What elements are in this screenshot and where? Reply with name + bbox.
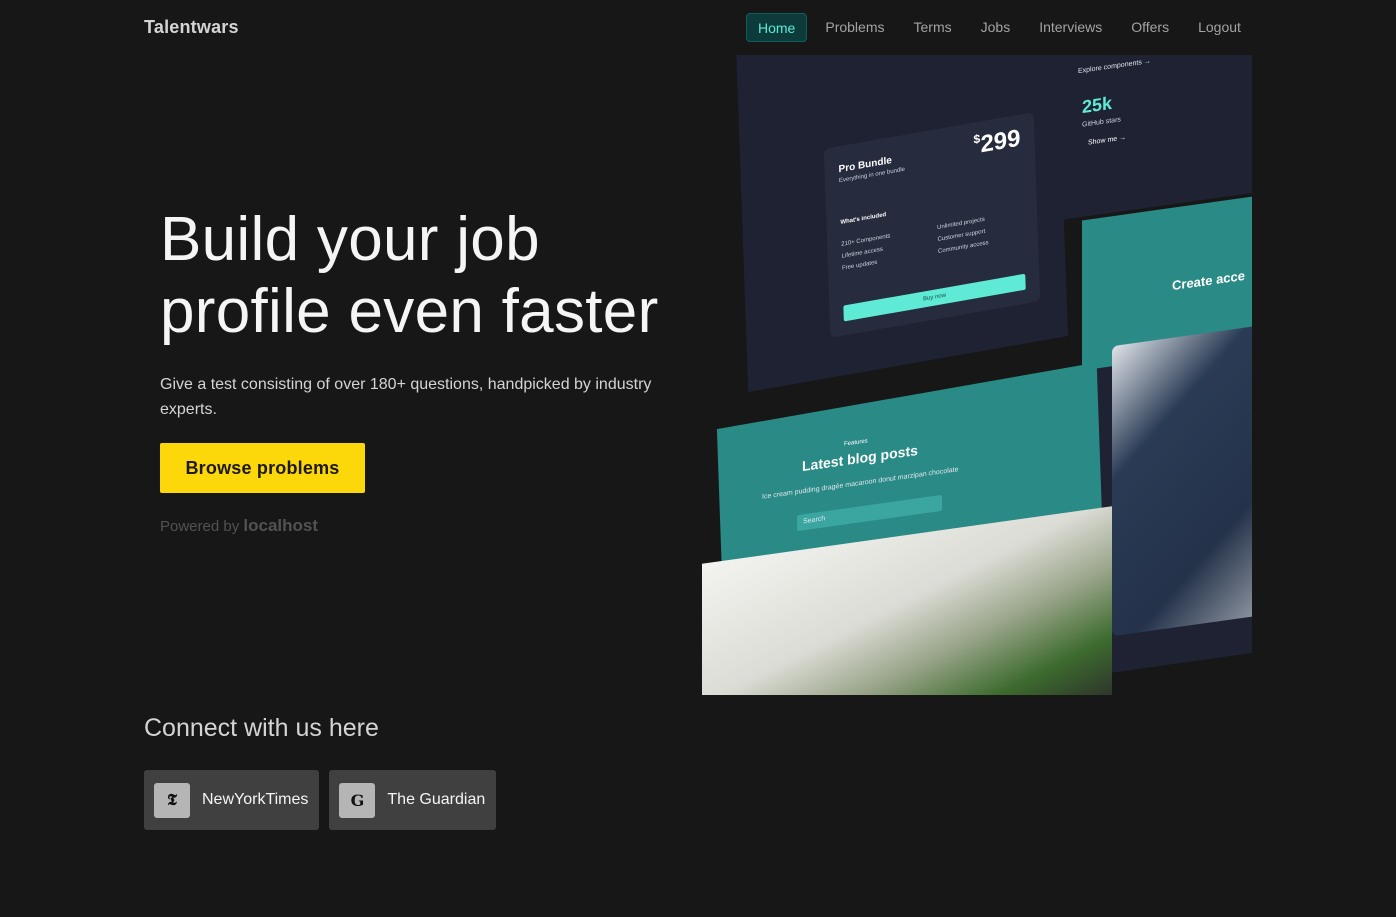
partner-list: 𝕿 NewYorkTimes G The Guardian <box>144 770 497 830</box>
laptop-image <box>1112 323 1252 637</box>
mosaic-panel-stats <box>1052 55 1252 222</box>
main-nav: Home Problems Terms Jobs Interviews Offe… <box>746 13 1259 42</box>
pricing-card-feature: Lifetime access <box>841 246 884 260</box>
connect-title: Connect with us here <box>144 714 379 742</box>
hero-title-line1: Build your job <box>160 205 540 274</box>
brand-logo[interactable]: Talentwars <box>144 17 239 38</box>
guardian-logo-icon: G <box>339 782 376 818</box>
nav-home[interactable]: Home <box>746 13 808 42</box>
nyt-logo-icon: 𝕿 <box>154 782 190 818</box>
powered-by: Powered by localhost <box>160 516 318 536</box>
hero-title-line2: profile even faster <box>160 277 659 346</box>
pricing-card-included: What's included <box>840 212 887 227</box>
hero-subtitle: Give a test consisting of over 180+ ques… <box>160 376 652 418</box>
pricing-card: Pro Bundle Everything in one bundle $299… <box>823 112 1041 338</box>
hero-title: Build your job profile even faster <box>160 204 680 348</box>
hero-mosaic-image: Pro Bundle Everything in one bundle $299… <box>702 55 1252 695</box>
pricing-card-feature: Community access <box>937 240 989 255</box>
nav-interviews[interactable]: Interviews <box>1028 13 1113 42</box>
browse-problems-button[interactable]: Browse problems <box>160 443 365 493</box>
nav-problems[interactable]: Problems <box>814 13 895 42</box>
nav-offers[interactable]: Offers <box>1120 13 1180 42</box>
powered-prefix: Powered by <box>160 518 240 535</box>
partner-newyorktimes[interactable]: 𝕿 NewYorkTimes <box>144 770 320 830</box>
stat-value: 25k <box>1082 92 1113 118</box>
nav-logout[interactable]: Logout <box>1187 13 1252 42</box>
nav-jobs[interactable]: Jobs <box>970 13 1022 42</box>
nav-terms[interactable]: Terms <box>903 13 963 42</box>
pricing-card-price: $299 <box>973 125 1021 161</box>
partner-name: The Guardian <box>387 791 486 808</box>
partner-the-guardian[interactable]: G The Guardian <box>329 770 497 830</box>
powered-brand[interactable]: localhost <box>243 516 318 535</box>
pricing-card-amount: 299 <box>979 124 1021 159</box>
pricing-card-feature: 210+ Components <box>841 233 891 248</box>
pricing-card-feature: Free updates <box>841 259 878 272</box>
partner-name: NewYorkTimes <box>202 791 309 808</box>
